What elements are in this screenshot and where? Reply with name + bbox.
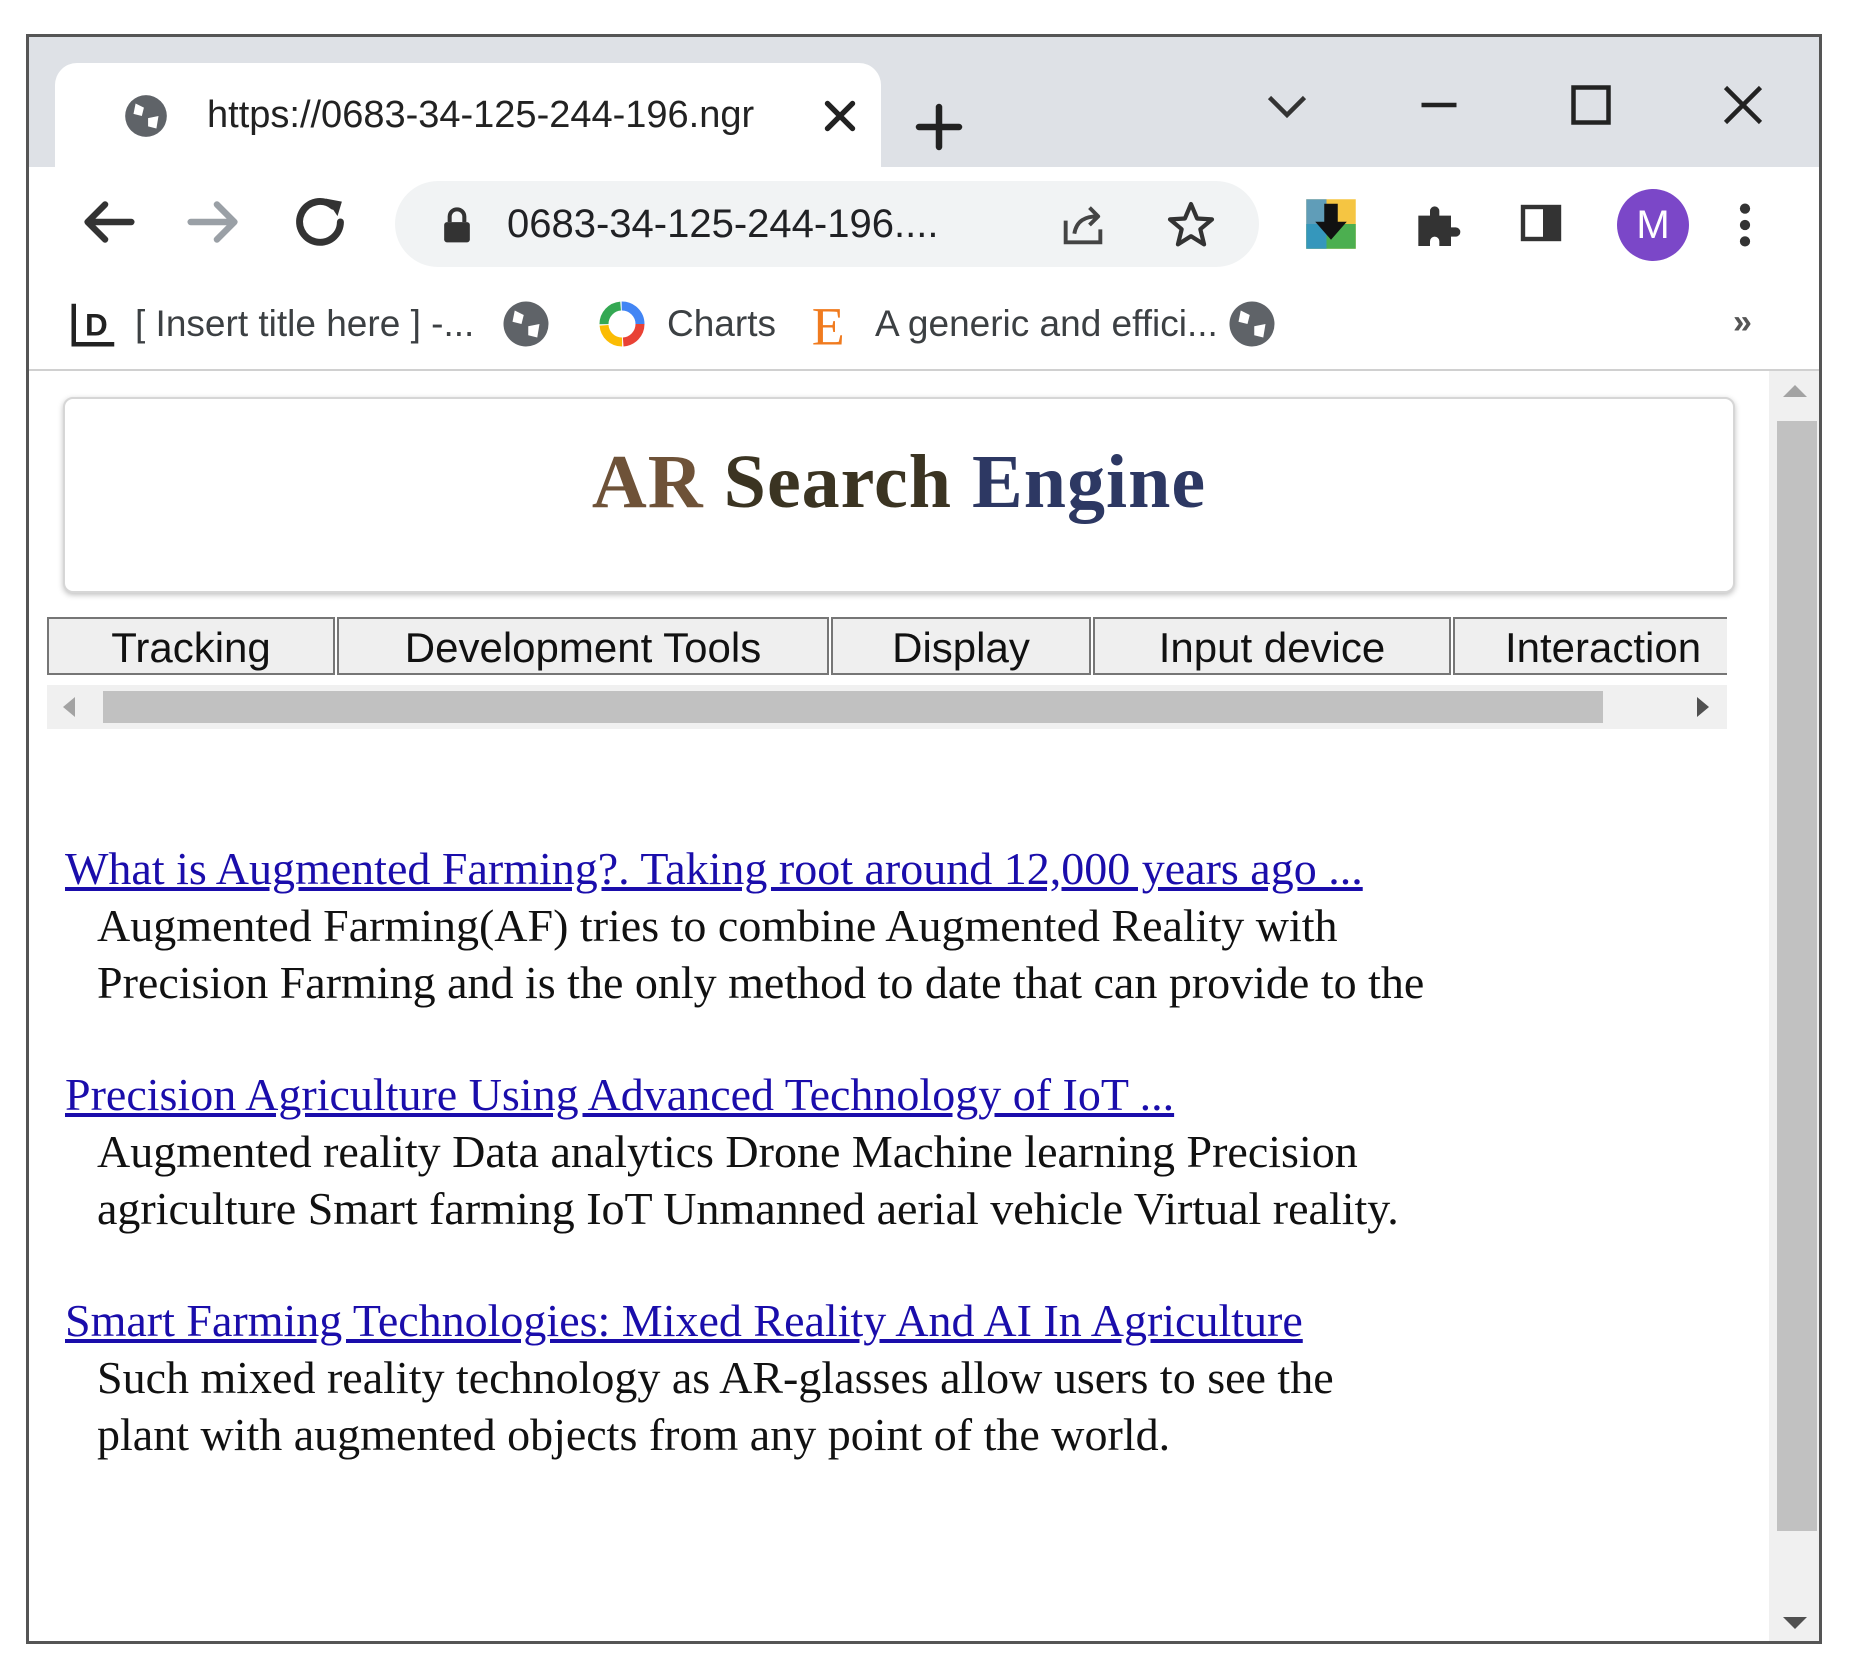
tab-interaction[interactable]: Interaction xyxy=(1453,617,1727,675)
reload-icon[interactable] xyxy=(285,187,355,257)
result-title-link[interactable]: What is Augmented Farming?. Taking root … xyxy=(65,841,1665,897)
browser-window: https://0683-34-125-244-196.ngr 0683-34-… xyxy=(26,34,1822,1644)
tab-strip: https://0683-34-125-244-196.ngr xyxy=(29,37,1819,167)
tab-development-tools[interactable]: Development Tools xyxy=(337,617,829,675)
download-extension-icon[interactable] xyxy=(1303,197,1359,251)
search-results: What is Augmented Farming?. Taking root … xyxy=(65,841,1665,1519)
category-tabs: Tracking Development Tools Display Input… xyxy=(47,617,1727,733)
bookmark-generic-efficient[interactable]: A generic and effici... xyxy=(875,299,1218,349)
e-logo-icon: E xyxy=(812,297,845,351)
result-snippet: Augmented reality Data analytics Drone M… xyxy=(97,1126,1399,1234)
lock-icon[interactable] xyxy=(435,201,479,247)
close-tab-icon[interactable] xyxy=(815,91,865,141)
result-item: Precision Agriculture Using Advanced Tec… xyxy=(65,1067,1665,1237)
share-icon[interactable] xyxy=(1055,199,1111,251)
side-panel-icon[interactable] xyxy=(1515,199,1567,247)
browser-tab[interactable]: https://0683-34-125-244-196.ngr xyxy=(55,63,881,167)
result-title-link[interactable]: Precision Agriculture Using Advanced Tec… xyxy=(65,1067,1665,1123)
bookmark-charts[interactable]: Charts xyxy=(667,299,776,349)
svg-text:D: D xyxy=(85,306,108,342)
result-item: What is Augmented Farming?. Taking root … xyxy=(65,841,1665,1011)
address-bar[interactable]: 0683-34-125-244-196.... xyxy=(395,181,1259,267)
horizontal-scrollbar[interactable] xyxy=(47,685,1727,729)
result-title-link[interactable]: Smart Farming Technologies: Mixed Realit… xyxy=(65,1293,1665,1349)
logo-engine: Engine xyxy=(972,440,1207,524)
bookmarks-overflow-button[interactable]: » xyxy=(1733,303,1752,342)
result-snippet: Such mixed reality technology as AR-glas… xyxy=(97,1352,1334,1460)
forward-arrow-icon[interactable] xyxy=(179,187,249,257)
scroll-left-arrow-icon[interactable] xyxy=(63,697,75,717)
tab-display[interactable]: Display xyxy=(831,617,1091,675)
scroll-down-arrow-icon[interactable] xyxy=(1783,1617,1807,1629)
horizontal-scroll-thumb[interactable] xyxy=(103,691,1603,723)
logo-ar: AR xyxy=(591,440,704,524)
scroll-up-arrow-icon[interactable] xyxy=(1783,385,1807,397)
bookmark-insert-title[interactable]: [ Insert title here ] -... xyxy=(135,299,474,349)
toolbar: 0683-34-125-244-196.... M xyxy=(29,167,1819,283)
svg-text:E: E xyxy=(812,297,845,351)
bookmarks-bar: D [ Insert title here ] -... Charts E A … xyxy=(29,283,1819,371)
maximize-icon[interactable] xyxy=(1561,75,1621,135)
vertical-scrollbar[interactable] xyxy=(1769,371,1819,1641)
charts-ring-icon xyxy=(599,301,645,347)
profile-avatar[interactable]: M xyxy=(1617,189,1689,261)
chevron-down-icon[interactable] xyxy=(1257,75,1317,135)
header-card: AR Search Engine xyxy=(63,397,1735,593)
extensions-puzzle-icon[interactable] xyxy=(1409,197,1465,253)
result-item: Smart Farming Technologies: Mixed Realit… xyxy=(65,1293,1665,1463)
site-logo: AR Search Engine xyxy=(65,439,1733,526)
d-logo-icon: D xyxy=(71,303,115,347)
tab-tracking[interactable]: Tracking xyxy=(47,617,335,675)
tab-input-device[interactable]: Input device xyxy=(1093,617,1451,675)
result-snippet: Augmented Farming(AF) tries to combine A… xyxy=(97,900,1425,1008)
scroll-right-arrow-icon[interactable] xyxy=(1697,697,1709,717)
back-arrow-icon[interactable] xyxy=(73,187,143,257)
logo-search: Search xyxy=(723,440,953,524)
page-viewport: AR Search Engine Tracking Development To… xyxy=(29,371,1819,1641)
vertical-scroll-thumb[interactable] xyxy=(1777,421,1817,1531)
globe-icon[interactable] xyxy=(499,297,553,351)
menu-kebab-icon[interactable] xyxy=(1725,197,1765,253)
close-window-icon[interactable] xyxy=(1713,75,1773,135)
new-tab-icon[interactable] xyxy=(909,97,969,157)
minimize-icon[interactable] xyxy=(1409,75,1469,135)
bookmark-star-icon[interactable] xyxy=(1163,197,1219,253)
globe-icon xyxy=(125,95,167,137)
globe-icon[interactable] xyxy=(1225,297,1279,351)
tab-title: https://0683-34-125-244-196.ngr xyxy=(207,94,755,136)
address-text: 0683-34-125-244-196.... xyxy=(507,202,939,246)
